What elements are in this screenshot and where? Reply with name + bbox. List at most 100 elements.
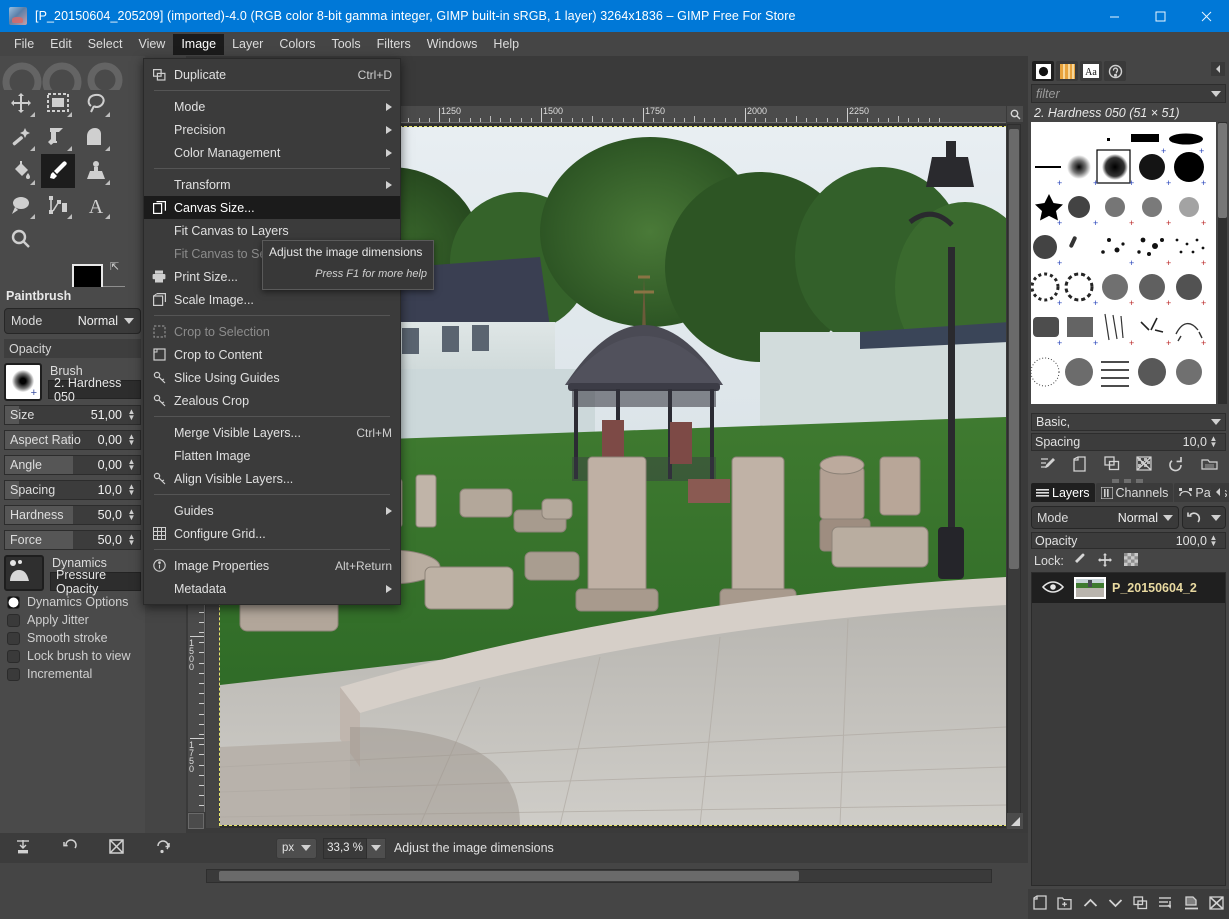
paintbrush-tool[interactable] [41,154,75,188]
brush-preview-icon[interactable]: + [4,363,42,401]
angle-slider[interactable]: Angle 0,00 ▲▼ [4,455,141,475]
menu-filters[interactable]: Filters [369,34,419,55]
menu-colors[interactable]: Colors [271,34,323,55]
dynamics-preview-icon[interactable] [4,555,44,591]
dynamics-name-value[interactable]: Pressure Opacity [50,572,141,591]
refresh-brushes-icon[interactable] [1168,456,1184,475]
close-button[interactable] [1183,0,1229,32]
edit-brush-icon[interactable] [1039,456,1056,475]
menu-help[interactable]: Help [485,34,527,55]
maximize-button[interactable] [1137,0,1183,32]
paint-mode-dropdown[interactable]: Mode Normal [4,308,141,334]
menu-view[interactable]: View [130,34,173,55]
new-brush-icon[interactable] [1072,456,1087,475]
horizontal-scrollbar[interactable] [206,869,992,883]
clone-tool[interactable] [79,154,113,188]
brushes-tab[interactable] [1032,61,1054,81]
menu-item-canvas-size[interactable]: Canvas Size... [144,196,400,219]
menu-layer[interactable]: Layer [224,34,271,55]
delete-tool-options-icon[interactable] [109,839,124,857]
unit-dropdown[interactable]: px [276,838,317,859]
duplicate-brush-icon[interactable] [1104,456,1120,474]
size-slider[interactable]: Size 51,00 ▲▼ [4,405,141,425]
lock-brush-to-view-checkbox[interactable]: Lock brush to view [7,649,141,663]
aspect-ratio-slider[interactable]: Aspect Ratio 0,00 ▲▼ [4,430,141,450]
move-tool[interactable] [4,86,38,120]
layer-opacity-stepper[interactable]: ▲▼ [1207,535,1220,547]
merge-down-icon[interactable] [1184,896,1199,913]
menu-windows[interactable]: Windows [419,34,486,55]
layers-tab[interactable]: Layers [1031,483,1095,502]
layer-list[interactable]: P_20150604_2 [1031,572,1226,886]
collapse-brush-dock-button[interactable] [1211,62,1225,76]
angle-stepper[interactable]: ▲▼ [125,459,138,471]
menu-item-color-management[interactable]: Color Management [144,141,400,164]
lock-pixels-icon[interactable] [1072,553,1086,569]
new-layer-group-icon[interactable] [1057,896,1072,913]
unified-transform-tool[interactable] [41,120,75,154]
menu-item-fit-canvas-to-layers[interactable]: Fit Canvas to Layers [144,219,400,242]
paths-tool[interactable] [41,188,75,222]
brush-filter-input[interactable]: filter [1031,84,1226,103]
hardness-stepper[interactable]: ▲▼ [125,509,138,521]
force-stepper[interactable]: ▲▼ [125,534,138,546]
menu-item-scale-image[interactable]: Scale Image... [144,288,400,311]
anchor-layer-icon[interactable] [1158,896,1173,913]
rectangle-select-tool[interactable] [41,86,75,120]
menu-select[interactable]: Select [80,34,131,55]
apply-jitter-checkbox[interactable]: Apply Jitter [7,613,141,627]
menu-item-crop-to-content[interactable]: Crop to Content [144,343,400,366]
lower-layer-icon[interactable] [1108,897,1123,912]
brush-spacing-slider[interactable]: Spacing 10,0 ▲▼ [1031,433,1226,451]
menu-item-zealous-crop[interactable]: Zealous Crop [144,389,400,412]
aspect-ratio-stepper[interactable]: ▲▼ [125,434,138,446]
chevron-down-icon[interactable] [1211,91,1221,97]
dynamics-options-checkbox[interactable]: Dynamics Options [7,595,141,609]
channels-tab[interactable]: Channels [1096,483,1174,502]
text-tool[interactable]: A [79,188,113,222]
minimize-button[interactable] [1091,0,1137,32]
smooth-stroke-checkbox[interactable]: Smooth stroke [7,631,141,645]
menu-item-transform[interactable]: Transform [144,173,400,196]
menu-item-merge-visible-layers[interactable]: Merge Visible Layers... Ctrl+M [144,421,400,444]
menu-item-mode[interactable]: Mode [144,95,400,118]
menu-edit[interactable]: Edit [42,34,80,55]
layer-mode-options-button[interactable] [1182,506,1226,529]
dynamics-selector[interactable]: Dynamics Pressure Opacity [4,555,141,591]
spacing-stepper[interactable]: ▲▼ [125,484,138,496]
opacity-slider[interactable]: Opacity [4,339,141,358]
reset-tool-options-icon[interactable] [155,839,171,858]
force-slider[interactable]: Force 50,0 ▲▼ [4,530,141,550]
brush-selector[interactable]: + Brush 2. Hardness 050 [4,363,141,401]
lock-alpha-icon[interactable] [1124,553,1138,569]
restore-tool-options-icon[interactable] [62,839,78,858]
bucket-fill-tool[interactable] [4,154,38,188]
menu-item-configure-grid[interactable]: Configure Grid... [144,522,400,545]
zoom-value[interactable]: 33,3 % [323,838,367,859]
vertical-scrollbar[interactable] [1007,124,1021,814]
collapse-layers-dock-button[interactable] [1211,485,1225,499]
delete-brush-icon[interactable] [1136,456,1152,474]
zoom-tool[interactable] [4,222,38,256]
raise-layer-icon[interactable] [1083,897,1098,912]
quick-mask-icon[interactable] [188,813,204,829]
brush-tag-selector[interactable]: Basic, [1031,413,1226,431]
menu-item-align-visible-layers[interactable]: Align Visible Layers... [144,467,400,490]
delete-layer-icon[interactable] [1209,896,1224,913]
menu-file[interactable]: File [6,34,42,55]
duplicate-layer-icon[interactable] [1133,896,1148,913]
menu-item-precision[interactable]: Precision [144,118,400,141]
layer-row[interactable]: P_20150604_2 [1032,573,1225,603]
document-history-tab[interactable] [1104,61,1126,81]
fonts-tab[interactable]: Aa [1080,61,1102,81]
swap-colors-icon[interactable]: ⇱ [110,260,119,273]
zoom-dropdown-button[interactable] [367,838,386,859]
spacing-slider[interactable]: Spacing 10,0 ▲▼ [4,480,141,500]
incremental-checkbox[interactable]: Incremental [7,667,141,681]
brush-name-value[interactable]: 2. Hardness 050 [48,380,141,399]
open-brush-as-image-icon[interactable] [1201,456,1218,474]
lock-position-icon[interactable] [1098,553,1112,570]
menu-item-guides[interactable]: Guides [144,499,400,522]
layer-mode-dropdown[interactable]: Mode Normal [1031,506,1179,529]
zoom-control[interactable]: 33,3 % [323,838,386,859]
